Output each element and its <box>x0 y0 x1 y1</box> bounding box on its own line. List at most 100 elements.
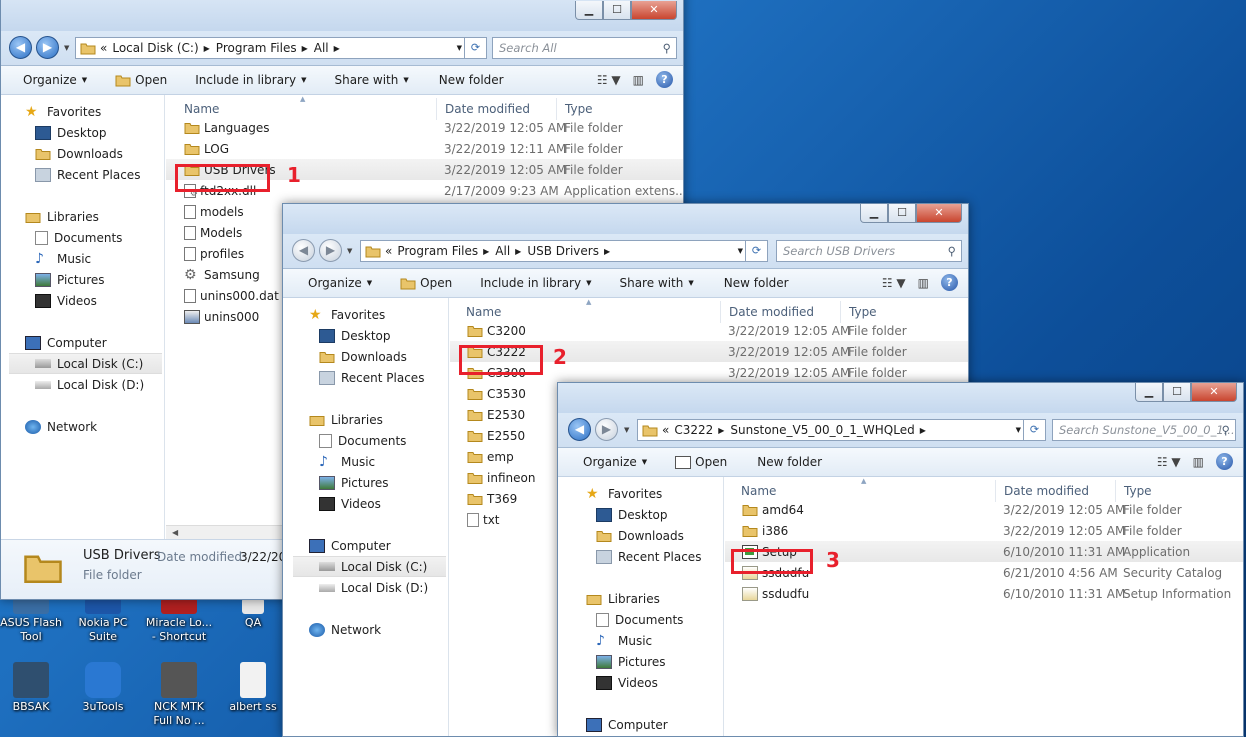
nav-network[interactable]: Network <box>309 619 448 640</box>
nav-downloads[interactable]: Downloads <box>319 346 448 367</box>
minimize-button[interactable]: ▁ <box>1135 383 1163 402</box>
chevron-down-icon[interactable]: ▼ <box>738 247 743 255</box>
search-input[interactable]: Search All ⚲ <box>492 37 677 59</box>
minimize-button[interactable]: ▁ <box>575 1 603 20</box>
nav-local-disk-c[interactable]: Local Disk (C:) <box>9 353 162 374</box>
breadcrumb-program-files[interactable]: Program Files <box>216 41 297 55</box>
nav-desktop[interactable]: Desktop <box>35 122 164 143</box>
organize-button[interactable]: Organize ▼ <box>583 455 647 469</box>
nav-documents[interactable]: Documents <box>35 227 164 248</box>
scroll-left-icon[interactable]: ◀ <box>172 528 178 537</box>
close-button[interactable]: ✕ <box>916 204 962 223</box>
search-icon[interactable]: ⚲ <box>663 38 671 58</box>
preview-pane-icon[interactable]: ▥ <box>918 276 929 290</box>
open-button[interactable]: Open <box>675 455 727 469</box>
organize-button[interactable]: Organize ▼ <box>23 73 87 87</box>
nav-recent-places[interactable]: Recent Places <box>596 546 723 567</box>
minimize-button[interactable]: ▁ <box>860 204 888 223</box>
include-in-library-button[interactable]: Include in library ▼ <box>480 276 591 290</box>
refresh-icon[interactable]: ⟳ <box>745 241 767 261</box>
nav-network[interactable]: Network <box>25 416 164 437</box>
file-row-ssdudfu-inf[interactable]: ssdudfu 6/10/2010 11:31 AM Setup Informati… <box>725 583 1243 604</box>
share-with-button[interactable]: Share with ▼ <box>334 73 408 87</box>
chevron-right-icon[interactable]: ▶ <box>204 44 210 53</box>
chevron-right-icon[interactable]: ▶ <box>718 426 724 435</box>
nav-computer[interactable]: Computer <box>25 332 164 353</box>
nav-local-disk-d[interactable]: Local Disk (D:) <box>35 374 164 395</box>
address-overflow[interactable]: « <box>100 41 107 55</box>
forward-button[interactable]: ▶ <box>319 239 342 262</box>
open-button[interactable]: Open <box>115 73 167 87</box>
preview-pane-icon[interactable]: ▥ <box>633 73 644 87</box>
close-button[interactable]: ✕ <box>631 1 677 20</box>
chevron-right-icon[interactable]: ▶ <box>334 44 340 53</box>
organize-button[interactable]: Organize ▼ <box>308 276 372 290</box>
nav-music[interactable]: ♪ Music <box>35 248 164 269</box>
desktop-icon-nck[interactable]: NCK MTK Full No ... <box>144 662 214 728</box>
preview-pane-icon[interactable]: ▥ <box>1193 455 1204 469</box>
nav-documents[interactable]: Documents <box>596 609 723 630</box>
nav-favorites[interactable]: ★ Favorites <box>309 304 448 325</box>
chevron-right-icon[interactable]: ▶ <box>483 247 489 256</box>
chevron-right-icon[interactable]: ▶ <box>515 247 521 256</box>
new-folder-button[interactable]: New folder <box>439 73 504 87</box>
chevron-down-icon[interactable]: ▼ <box>457 44 462 52</box>
address-path[interactable]: « Local Disk (C:) ▶ Program Files ▶ All … <box>75 37 487 59</box>
desktop-icon-bbsak[interactable]: BBSAK <box>0 662 62 714</box>
file-row-log[interactable]: LOG 3/22/2019 12:11 AM File folder <box>166 138 683 159</box>
maximize-button[interactable]: ☐ <box>888 204 916 223</box>
breadcrumb-usb-drivers[interactable]: USB Drivers <box>527 244 599 258</box>
nav-videos[interactable]: Videos <box>596 672 723 693</box>
nav-libraries[interactable]: Libraries <box>309 409 448 430</box>
desktop-icon-asus[interactable]: ASUS Flash Tool <box>0 598 62 644</box>
desktop-icon-qa[interactable]: QA <box>222 598 284 630</box>
desktop-icon-albert[interactable]: albert ss <box>222 662 284 714</box>
back-button[interactable]: ◀ <box>568 418 591 441</box>
desktop-icon-3utools[interactable]: 3uTools <box>72 662 134 714</box>
refresh-icon[interactable]: ⟳ <box>464 38 486 58</box>
share-with-button[interactable]: Share with ▼ <box>619 276 693 290</box>
open-button[interactable]: Open <box>400 276 452 290</box>
nav-recent-places[interactable]: Recent Places <box>35 164 164 185</box>
nav-recent-places[interactable]: Recent Places <box>319 367 448 388</box>
address-path[interactable]: « Program Files ▶ All ▶ USB Drivers ▶ ▼ … <box>360 240 768 262</box>
address-path[interactable]: « C3222 ▶ Sunstone_V5_00_0_1_WHQLed ▶ ▼ … <box>637 419 1046 441</box>
help-icon[interactable]: ? <box>1216 453 1233 470</box>
nav-favorites[interactable]: ★ Favorites <box>586 483 723 504</box>
recent-pages-dropdown[interactable]: ▼ <box>624 426 629 434</box>
nav-pictures[interactable]: Pictures <box>319 472 448 493</box>
search-icon[interactable]: ⚲ <box>948 241 956 261</box>
breadcrumb-c3222[interactable]: C3222 <box>674 423 713 437</box>
refresh-icon[interactable]: ⟳ <box>1023 420 1045 440</box>
nav-music[interactable]: ♪ Music <box>596 630 723 651</box>
desktop-icon-miracle[interactable]: Miracle Lo... - Shortcut <box>144 598 214 644</box>
nav-libraries[interactable]: Libraries <box>25 206 164 227</box>
nav-pictures[interactable]: Pictures <box>35 269 164 290</box>
change-view-icon[interactable]: ☷ ▼ <box>597 73 621 87</box>
help-icon[interactable]: ? <box>656 71 673 88</box>
breadcrumb-all[interactable]: All <box>314 41 329 55</box>
breadcrumb-program-files[interactable]: Program Files <box>397 244 478 258</box>
search-input[interactable]: Search USB Drivers ⚲ <box>776 240 962 262</box>
breadcrumb-all[interactable]: All <box>495 244 510 258</box>
folder-row-amd64[interactable]: amd64 3/22/2019 12:05 AM File folder <box>725 499 1243 520</box>
maximize-button[interactable]: ☐ <box>1163 383 1191 402</box>
chevron-down-icon[interactable]: ▼ <box>1016 426 1021 434</box>
include-in-library-button[interactable]: Include in library ▼ <box>195 73 306 87</box>
change-view-icon[interactable]: ☷ ▼ <box>882 276 906 290</box>
folder-row-c3200[interactable]: C3200 3/22/2019 12:05 AM File folder <box>450 320 968 341</box>
nav-desktop[interactable]: Desktop <box>596 504 723 525</box>
maximize-button[interactable]: ☐ <box>603 1 631 20</box>
nav-libraries[interactable]: Libraries <box>586 588 723 609</box>
new-folder-button[interactable]: New folder <box>724 276 789 290</box>
back-button[interactable]: ◀ <box>9 36 32 59</box>
nav-desktop[interactable]: Desktop <box>319 325 448 346</box>
address-overflow[interactable]: « <box>385 244 392 258</box>
nav-computer[interactable]: Computer <box>586 714 723 735</box>
nav-local-disk-c[interactable]: Local Disk (C:) <box>293 556 446 577</box>
forward-button[interactable]: ▶ <box>595 418 618 441</box>
nav-downloads[interactable]: Downloads <box>35 143 164 164</box>
nav-computer[interactable]: Computer <box>309 535 448 556</box>
file-row-languages[interactable]: Languages 3/22/2019 12:05 AM File folder <box>166 117 683 138</box>
nav-documents[interactable]: Documents <box>319 430 448 451</box>
